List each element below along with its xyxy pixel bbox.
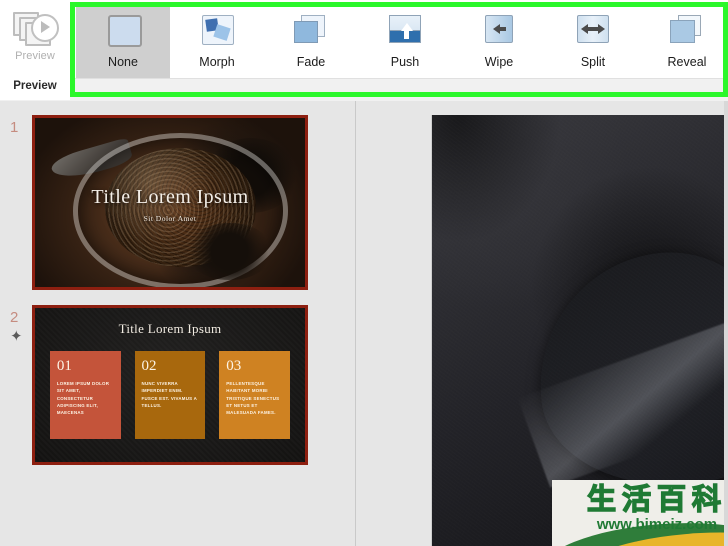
ribbon-lower-strip <box>0 78 728 101</box>
transitions-ribbon: Preview Preview None Morph Fade Push Wip… <box>0 0 728 102</box>
vertical-scrollbar[interactable] <box>724 101 728 546</box>
watermark-characters: 生活百科 <box>586 482 727 516</box>
slide-2-card-03: 03 Pellentesque habitant morbi tristique… <box>219 351 291 439</box>
transition-reveal-icon <box>666 12 708 52</box>
transition-item-label: Reveal <box>667 55 707 69</box>
transition-none-icon <box>102 12 144 52</box>
transition-item-none[interactable]: None <box>76 7 170 78</box>
transition-item-label: Wipe <box>484 55 514 69</box>
slide-2-card-02: 02 Nunc viverra imperdiet enim. Fusce es… <box>134 351 206 439</box>
transition-item-label: Split <box>580 55 606 69</box>
transition-fade-icon <box>290 12 332 52</box>
transition-item-fade[interactable]: Fade <box>264 7 358 78</box>
card-number: 03 <box>226 358 242 375</box>
preview-group: Preview Preview <box>0 0 70 100</box>
main-slide-canvas[interactable]: 生活百科 www.bimeiz.com <box>432 115 728 546</box>
transition-star-icon[interactable]: ✦ <box>10 329 23 344</box>
transition-item-label: None <box>108 55 138 69</box>
transition-item-morph[interactable]: Morph <box>170 7 264 78</box>
preview-group-title: Preview <box>13 80 57 92</box>
transition-item-split[interactable]: Split <box>546 7 640 78</box>
card-text: Pellentesque habitant morbi tristique se… <box>226 381 280 416</box>
preview-button[interactable]: Preview <box>6 4 64 72</box>
slide-thumbnail-2[interactable]: Title Lorem Ipsum 01 Lorem ipsum dolor s… <box>32 305 308 465</box>
slide-1-subtitle: Sit Dolor Amet <box>143 214 197 224</box>
slide-2-title: Title Lorem Ipsum <box>118 321 222 337</box>
powerpoint-transitions-screen: Preview Preview None Morph Fade Push Wip… <box>0 0 728 546</box>
card-number: 01 <box>56 358 72 375</box>
transition-item-label: Morph <box>199 55 235 69</box>
transition-wipe-icon <box>478 12 520 52</box>
transition-item-reveal[interactable]: Reveal <box>640 7 728 78</box>
transition-push-icon <box>384 12 426 52</box>
preview-button-label: Preview <box>15 50 55 62</box>
slide-number-1: 1 <box>10 119 19 136</box>
transition-item-label: Push <box>390 55 420 69</box>
slide-2-card-group: 01 Lorem ipsum dolor sit amet, consectet… <box>49 351 291 439</box>
transition-split-icon <box>572 12 614 52</box>
card-number: 02 <box>141 358 157 375</box>
card-text: Nunc viverra imperdiet enim. Fusce est. … <box>141 381 197 408</box>
card-text: Lorem ipsum dolor sit amet, consectetur … <box>56 381 110 416</box>
transition-morph-icon <box>196 12 238 52</box>
transition-item-label: Fade <box>296 55 326 69</box>
transition-gallery[interactable]: None Morph Fade Push Wipe Split Reveal <box>76 7 728 78</box>
slide-number-2: 2 <box>10 309 19 326</box>
transition-item-wipe[interactable]: Wipe <box>452 7 546 78</box>
slide-thumbnail-1[interactable]: Title Lorem Ipsum Sit Dolor Amet <box>32 115 308 290</box>
transition-item-push[interactable]: Push <box>358 7 452 78</box>
main-slide-pane[interactable]: 生活百科 www.bimeiz.com <box>356 101 728 546</box>
site-watermark: 生活百科 www.bimeiz.com <box>552 480 728 546</box>
slide-1-title: Title Lorem Ipsum <box>91 185 249 208</box>
slide-thumbnail-panel[interactable]: 1 Title Lorem Ipsum Sit Dolor Amet 2 ✦ T… <box>0 101 356 546</box>
preview-play-icon <box>13 8 59 48</box>
slide-2-card-01: 01 Lorem ipsum dolor sit amet, consectet… <box>49 351 121 439</box>
watermark-url: www.bimeiz.com <box>596 516 718 533</box>
